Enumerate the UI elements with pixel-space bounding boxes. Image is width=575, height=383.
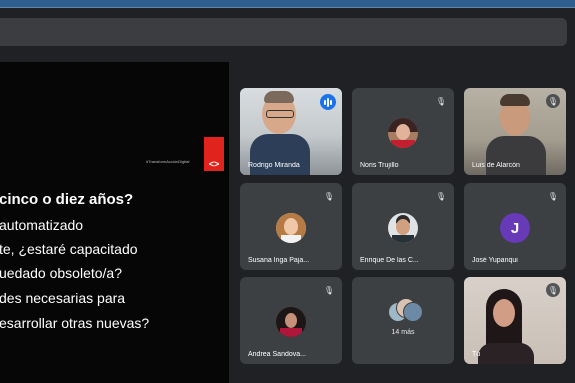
participant-tile-rodrigo[interactable]: Rodrigo Miranda: [240, 88, 342, 175]
mic-off-icon: 🎙: [323, 191, 335, 201]
mic-off-icon: 🎙: [546, 283, 560, 297]
slide-line: esarrollar otras nuevas?: [0, 315, 150, 331]
slide-line: uedado obsoleto/a?: [0, 265, 122, 281]
mic-off-icon: 🎙: [435, 191, 447, 201]
participant-tile-jose[interactable]: 🎙 J José Yupanqui: [464, 183, 566, 270]
participant-tile-andrea[interactable]: 🎙 Andrea Sandova...: [240, 277, 342, 364]
slide-line: te, ¿estaré capacitado: [0, 241, 138, 257]
mic-off-icon: 🎙: [435, 96, 447, 106]
participant-avatar: [276, 307, 306, 337]
mic-off-icon: 🎙: [546, 94, 560, 108]
address-bar[interactable]: [0, 18, 567, 46]
participant-tile-susana[interactable]: 🎙 Susana Inga Paja...: [240, 183, 342, 270]
slide-line: des necesarias para: [0, 290, 126, 306]
brand-logo: <>: [204, 137, 224, 171]
mic-off-icon: 🎙: [547, 191, 559, 201]
audio-level-icon: [320, 94, 336, 110]
participant-name: Tú: [472, 351, 481, 358]
participant-name: José Yupanqui: [472, 257, 518, 264]
slide-hashtag: #TransformAcciónDigital: [146, 159, 190, 164]
participant-avatar: [276, 213, 306, 243]
browser-top-bar: [0, 0, 575, 8]
participant-tile-enrique[interactable]: 🎙 Enrique De las C...: [352, 183, 454, 270]
participants-avatar-stack: [388, 298, 423, 322]
participant-name: Andrea Sandova...: [248, 351, 306, 358]
participant-name: Luis de Alarcón: [472, 162, 520, 169]
participant-tile-luis[interactable]: 🎙 Luis de Alarcón: [464, 88, 566, 175]
more-participants-count: 14 más: [391, 329, 415, 336]
participant-name: Rodrigo Miranda: [248, 162, 300, 169]
mic-off-icon: 🎙: [323, 285, 335, 295]
participant-name: Susana Inga Paja...: [248, 257, 310, 264]
participant-avatar: [388, 118, 418, 148]
participant-name: Noris Trujillo: [360, 162, 399, 169]
presentation-slide: #TransformAcciónDigital <> cinco o diez …: [0, 62, 229, 383]
participant-name: Enrique De las C...: [360, 257, 419, 264]
participant-tile-noris[interactable]: 🎙 Noris Trujillo: [352, 88, 454, 175]
participant-tile-self[interactable]: 🎙 Tú: [464, 277, 566, 364]
participant-initial-avatar: J: [500, 213, 530, 243]
participant-avatar: [388, 213, 418, 243]
slide-line: automatizado: [0, 217, 84, 233]
more-participants-tile[interactable]: 14 más: [352, 277, 454, 364]
slide-heading: cinco o diez años?: [0, 191, 134, 208]
